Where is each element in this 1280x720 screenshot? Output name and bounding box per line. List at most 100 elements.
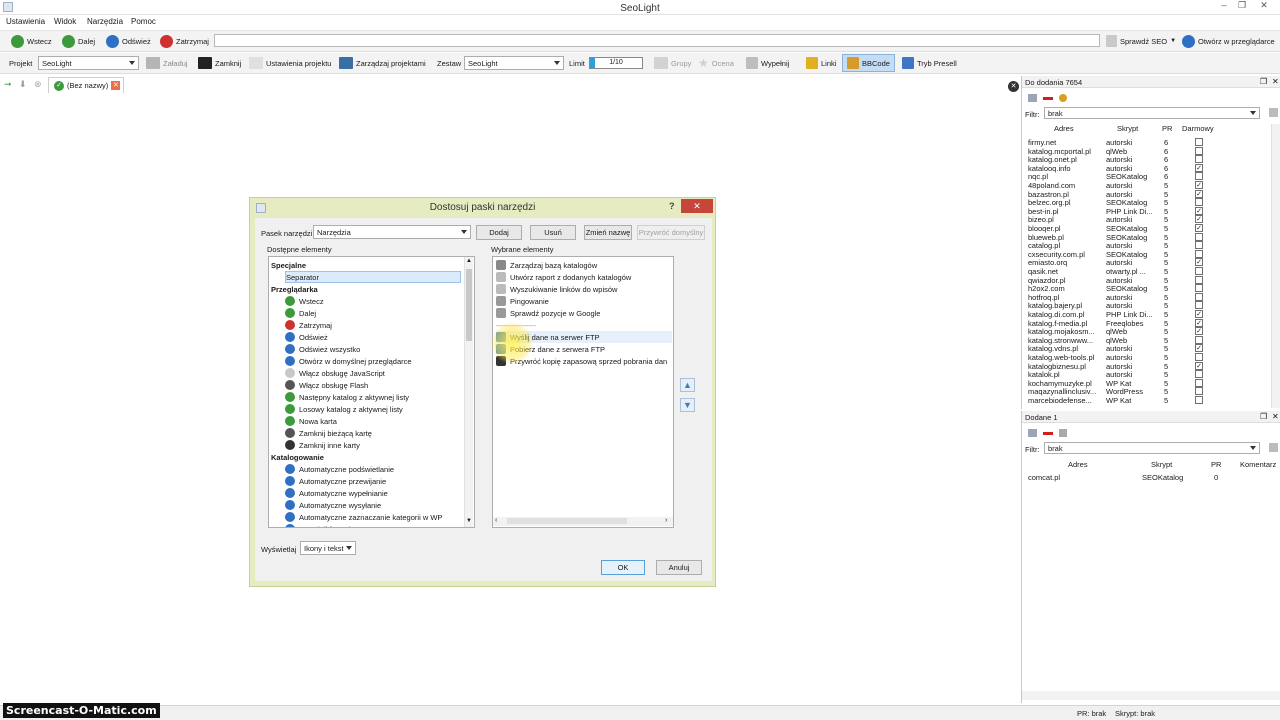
- move-up-button[interactable]: ▲: [680, 378, 695, 392]
- free-checkbox[interactable]: ✓: [1195, 344, 1203, 353]
- filter-settings-icon[interactable]: [1269, 443, 1278, 452]
- list-item[interactable]: Automatyczne wypełnianie: [285, 487, 388, 499]
- list-item[interactable]: Zarządzaj bazą katalogów: [496, 259, 597, 271]
- minimize-icon[interactable]: –: [1214, 0, 1234, 14]
- list-item[interactable]: Wypełnij formularze: [285, 523, 365, 527]
- manage-projects-button[interactable]: Zarządzaj projektami: [339, 55, 426, 71]
- forward-button[interactable]: Dalej: [62, 33, 95, 49]
- list-item[interactable]: Sprawdź pozycje w Google: [496, 307, 600, 319]
- maximize-icon[interactable]: ❐: [1232, 0, 1252, 14]
- available-scrollbar[interactable]: ▲ ▼: [464, 257, 473, 527]
- table-row[interactable]: marcebiodefense... WP Kat 5: [1022, 396, 1270, 405]
- cancel-button[interactable]: Anuluj: [656, 560, 702, 575]
- filter-select[interactable]: brak: [1044, 107, 1260, 119]
- free-checkbox[interactable]: [1195, 387, 1203, 396]
- free-checkbox[interactable]: [1195, 353, 1203, 361]
- toolbar-select[interactable]: Narzędzia: [313, 225, 471, 239]
- col-address[interactable]: Adres: [1054, 124, 1074, 133]
- menu-narzedzia[interactable]: Narzędzia: [87, 17, 123, 26]
- refresh-button[interactable]: Odśwież: [106, 33, 151, 49]
- list-item[interactable]: Odśwież: [285, 331, 328, 343]
- free-checkbox[interactable]: [1195, 284, 1203, 293]
- free-checkbox[interactable]: ✓: [1195, 318, 1203, 327]
- groups-button[interactable]: Grupy: [654, 55, 691, 71]
- selected-hscrollbar[interactable]: ‹ ›: [493, 517, 673, 526]
- free-checkbox[interactable]: ✓: [1195, 181, 1203, 189]
- list-item[interactable]: Otwórz w domyślnej przeglądarce: [285, 355, 412, 367]
- col-script[interactable]: Skrypt: [1151, 460, 1172, 469]
- restore-panel-icon[interactable]: ❐: [1260, 77, 1267, 86]
- free-checkbox[interactable]: [1195, 292, 1203, 301]
- free-checkbox[interactable]: [1195, 241, 1203, 250]
- scroll-thumb[interactable]: [466, 269, 472, 341]
- list-item[interactable]: Nowa karta: [285, 415, 337, 427]
- list-group-header[interactable]: Katalogowanie: [271, 451, 324, 463]
- tab-bez-nazwy[interactable]: ✓ (Bez nazwy) ✕: [48, 77, 124, 93]
- open-in-browser-button[interactable]: Otwórz w przeglądarce: [1182, 33, 1275, 49]
- fill-button[interactable]: Wypełnij: [746, 55, 789, 71]
- free-checkbox[interactable]: [1195, 232, 1203, 241]
- list-item[interactable]: Wyszukiwanie linków do wpisów: [496, 283, 617, 295]
- free-checkbox[interactable]: [1195, 155, 1203, 164]
- select-icon[interactable]: [1028, 429, 1037, 437]
- stop-gray-icon[interactable]: ⊗: [34, 79, 42, 90]
- ok-button[interactable]: OK: [601, 560, 645, 575]
- url-input[interactable]: [214, 34, 1100, 47]
- remove-icon[interactable]: [1043, 431, 1053, 435]
- list-item[interactable]: Wstecz: [285, 295, 324, 307]
- help-icon[interactable]: ?: [669, 201, 675, 211]
- rename-button[interactable]: Zmień nazwę: [584, 225, 632, 240]
- close-icon[interactable]: ✕: [1254, 0, 1274, 14]
- table-row[interactable]: comcat.pl SEOKatalog 0: [1022, 473, 1280, 482]
- list-item[interactable]: Automatyczne przewijanie: [285, 475, 386, 487]
- free-checkbox[interactable]: [1195, 172, 1203, 181]
- col-pr[interactable]: PR: [1211, 460, 1221, 469]
- list-item[interactable]: Losowy katalog z aktywnej listy: [285, 403, 403, 415]
- col-free[interactable]: Darmowy: [1182, 124, 1214, 133]
- set-select[interactable]: SeoLight: [464, 56, 564, 70]
- links-button[interactable]: Linki: [806, 55, 836, 71]
- list-item[interactable]: Utwórz raport z dodanych katalogów: [496, 271, 631, 283]
- free-checkbox[interactable]: ✓: [1195, 224, 1203, 232]
- list-group-header[interactable]: Przeglądarka: [271, 283, 318, 295]
- scroll-up-icon[interactable]: ▲: [466, 258, 472, 264]
- list-item[interactable]: Odśwież wszystko: [285, 343, 360, 355]
- close-panel-icon[interactable]: ✕: [1272, 77, 1279, 86]
- scroll-down-icon[interactable]: ▼: [466, 518, 472, 524]
- list-item[interactable]: Automatyczne wysyłanie: [285, 499, 381, 511]
- free-checkbox[interactable]: [1195, 146, 1203, 155]
- free-checkbox[interactable]: [1195, 267, 1203, 275]
- selected-elements-list[interactable]: Zarządzaj bazą katalogów Utwórz raport z …: [492, 256, 674, 528]
- free-checkbox[interactable]: ✓: [1195, 327, 1203, 336]
- list-item[interactable]: Separator: [285, 271, 461, 283]
- list-item[interactable]: Włącz obsługę Flash: [285, 379, 368, 391]
- free-checkbox[interactable]: [1195, 249, 1203, 258]
- free-checkbox[interactable]: ✓: [1195, 361, 1203, 370]
- menu-ustawienia[interactable]: Ustawienia: [6, 17, 45, 26]
- col-comment[interactable]: Komentarz: [1240, 460, 1276, 469]
- project-settings-button[interactable]: Ustawienia projektu: [249, 55, 331, 71]
- free-checkbox[interactable]: [1195, 335, 1203, 344]
- free-checkbox[interactable]: [1195, 138, 1203, 146]
- project-select[interactable]: SeoLight: [38, 56, 139, 70]
- select-icon[interactable]: [1028, 94, 1037, 102]
- free-checkbox[interactable]: [1195, 301, 1203, 310]
- check-seo-button[interactable]: Sprawdź SEO ▼: [1106, 33, 1176, 49]
- key-icon[interactable]: [1059, 94, 1067, 102]
- list-item[interactable]: Pingowanie: [496, 295, 549, 307]
- list-item[interactable]: Automatyczne zaznaczanie kategorii w WP: [285, 511, 442, 523]
- filter-icon[interactable]: [1059, 429, 1067, 437]
- free-checkbox[interactable]: ✓: [1195, 310, 1203, 318]
- back-button[interactable]: Wstecz: [11, 33, 52, 49]
- available-elements-list[interactable]: Specjalne Separator Przeglądarka Wstecz Dale…: [268, 256, 475, 528]
- free-checkbox[interactable]: ✓: [1195, 215, 1203, 224]
- to-add-scrollbar[interactable]: [1271, 124, 1280, 408]
- bbcode-button[interactable]: BBCode: [842, 54, 895, 72]
- col-address[interactable]: Adres: [1068, 460, 1088, 469]
- list-item[interactable]: Następny katalog z aktywnej listy: [285, 391, 409, 403]
- filter-settings-icon[interactable]: [1269, 108, 1278, 117]
- presell-button[interactable]: Tryb Presell: [902, 55, 957, 71]
- list-item[interactable]: Dalej: [285, 307, 316, 319]
- list-item[interactable]: Włącz obsługę JavaScript: [285, 367, 385, 379]
- scroll-right-icon[interactable]: ›: [665, 517, 667, 524]
